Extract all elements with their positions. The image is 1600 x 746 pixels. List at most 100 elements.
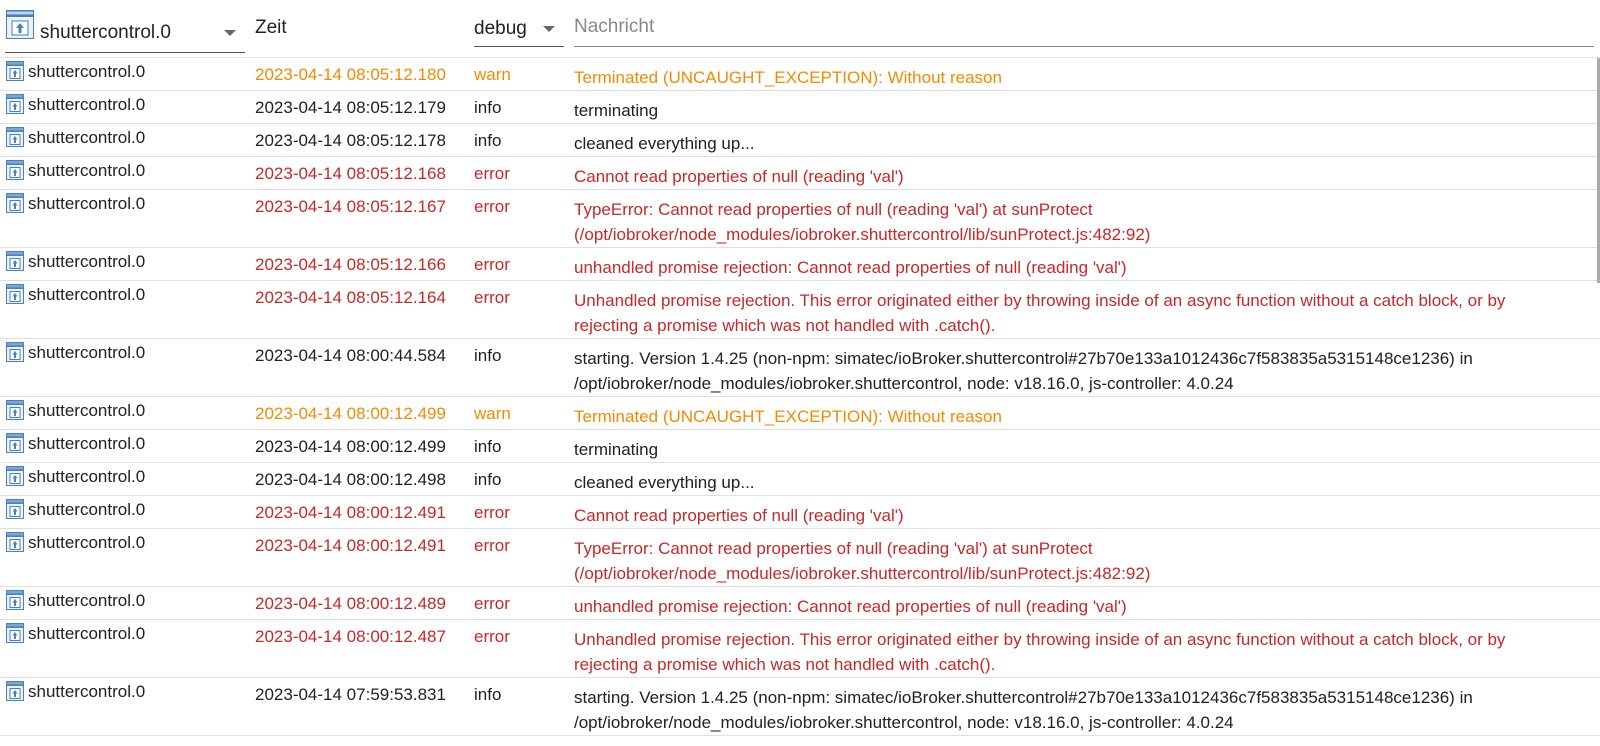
log-source-name: shuttercontrol.0 [28,500,146,519]
log-source-name: shuttercontrol.0 [28,467,146,486]
log-time: 2023-04-14 08:05:12.167 [255,197,446,216]
log-header: shuttercontrol.0 Zeit debug [0,0,1600,58]
log-time: 2023-04-14 08:05:12.168 [255,164,446,183]
log-level: warn [474,404,511,423]
log-level: error [474,627,510,646]
adapter-icon [6,466,24,491]
log-message: Cannot read properties of null (reading … [574,167,904,186]
log-time: 2023-04-14 08:05:12.164 [255,288,446,307]
log-time: 2023-04-14 07:59:53.831 [255,685,446,704]
log-source-name: shuttercontrol.0 [28,128,146,147]
adapter-icon [6,251,24,276]
log-level: info [474,98,502,117]
log-level: info [474,131,502,150]
adapter-icon [6,433,24,458]
log-time: 2023-04-14 08:05:12.180 [255,65,446,84]
log-source-name: shuttercontrol.0 [28,624,146,643]
log-time: 2023-04-14 08:00:12.499 [255,437,446,456]
log-row[interactable]: shuttercontrol.0 2023-04-14 08:00:12.489 e… [0,587,1600,620]
log-message: terminating [574,101,659,120]
adapter-icon [6,127,24,152]
log-source-name: shuttercontrol.0 [28,434,146,453]
log-source-name: shuttercontrol.0 [28,161,146,180]
adapter-filter-select[interactable]: shuttercontrol.0 [5,8,245,53]
log-time: 2023-04-14 08:05:12.178 [255,131,446,150]
log-row[interactable]: shuttercontrol.0 2023-04-14 08:05:12.166 e… [0,248,1600,281]
log-row[interactable]: shuttercontrol.0 2023-04-14 08:05:12.180 w… [0,58,1600,91]
log-message: Unhandled promise rejection. This error … [574,291,1506,335]
log-level: warn [474,65,511,84]
log-level: info [474,346,502,365]
log-row[interactable]: shuttercontrol.0 2023-04-14 07:59:53.831 i… [0,678,1600,736]
adapter-icon [6,342,24,367]
log-message: Terminated (UNCAUGHT_EXCEPTION): Without… [574,407,1002,426]
log-source-name: shuttercontrol.0 [28,252,146,271]
adapter-icon [6,284,24,309]
log-source-name: shuttercontrol.0 [28,343,146,362]
log-level: info [474,470,502,489]
adapter-icon [6,532,24,557]
log-row[interactable]: shuttercontrol.0 2023-04-14 08:00:12.498 i… [0,463,1600,496]
log-row[interactable]: shuttercontrol.0 2023-04-14 08:05:12.179 i… [0,91,1600,124]
level-filter-select[interactable]: debug [474,8,564,47]
log-source-name: shuttercontrol.0 [28,533,146,552]
adapter-icon [6,590,24,615]
log-level: info [474,437,502,456]
log-row[interactable]: shuttercontrol.0 2023-04-14 08:00:12.487 e… [0,620,1600,678]
log-source-name: shuttercontrol.0 [28,62,146,81]
message-filter-input[interactable] [574,8,1594,47]
adapter-icon [6,193,24,218]
log-message: unhandled promise rejection: Cannot read… [574,597,1127,616]
log-source-name: shuttercontrol.0 [28,285,146,304]
log-source-name: shuttercontrol.0 [28,401,146,420]
log-row[interactable]: shuttercontrol.0 2023-04-14 08:00:12.491 e… [0,496,1600,529]
log-message: cleaned everything up... [574,473,755,492]
adapter-icon [6,160,24,185]
adapter-icon [6,10,34,45]
adapter-icon [6,623,24,648]
log-source-name: shuttercontrol.0 [28,95,146,114]
log-message: TypeError: Cannot read properties of nul… [574,539,1151,583]
log-time: 2023-04-14 08:00:12.491 [255,536,446,555]
log-level: error [474,255,510,274]
log-time: 2023-04-14 08:00:12.499 [255,404,446,423]
level-filter-value: debug [474,18,527,39]
adapter-icon [6,94,24,119]
log-time: 2023-04-14 08:00:12.487 [255,627,446,646]
log-message: starting. Version 1.4.25 (non-npm: simat… [574,349,1473,393]
adapter-icon [6,61,24,86]
chevron-down-icon [543,26,555,32]
log-message: terminating [574,440,659,459]
log-level: error [474,503,510,522]
log-row[interactable]: shuttercontrol.0 2023-04-14 08:00:44.584 i… [0,339,1600,397]
log-row[interactable]: shuttercontrol.0 2023-04-14 08:00:12.499 w… [0,397,1600,430]
log-message: TypeError: Cannot read properties of nul… [574,200,1151,244]
log-time: 2023-04-14 08:05:12.166 [255,255,446,274]
log-row[interactable]: shuttercontrol.0 2023-04-14 08:05:12.167 e… [0,190,1600,248]
adapter-filter-value: shuttercontrol.0 [40,22,171,43]
log-message: Unhandled promise rejection. This error … [574,630,1506,674]
log-level: error [474,594,510,613]
time-column-header: Zeit [255,17,287,38]
adapter-icon [6,681,24,706]
log-row[interactable]: shuttercontrol.0 2023-04-14 08:00:12.499 i… [0,430,1600,463]
chevron-down-icon [224,30,236,36]
log-level: error [474,164,510,183]
log-source-name: shuttercontrol.0 [28,194,146,213]
log-row[interactable]: shuttercontrol.0 2023-04-14 08:05:12.164 e… [0,281,1600,339]
log-message: Cannot read properties of null (reading … [574,506,904,525]
log-message: unhandled promise rejection: Cannot read… [574,258,1127,277]
log-level: info [474,685,502,704]
log-row[interactable]: shuttercontrol.0 2023-04-14 08:00:12.491 e… [0,529,1600,587]
log-source-name: shuttercontrol.0 [28,591,146,610]
log-time: 2023-04-14 08:00:12.498 [255,470,446,489]
log-message: cleaned everything up... [574,134,755,153]
log-time: 2023-04-14 08:05:12.179 [255,98,446,117]
log-level: error [474,288,510,307]
log-row[interactable]: shuttercontrol.0 2023-04-14 08:05:12.168 e… [0,157,1600,190]
log-time: 2023-04-14 08:00:44.584 [255,346,446,365]
log-message: starting. Version 1.4.25 (non-npm: simat… [574,688,1473,732]
log-message: Terminated (UNCAUGHT_EXCEPTION): Without… [574,68,1002,87]
log-row[interactable]: shuttercontrol.0 2023-04-14 08:05:12.178 i… [0,124,1600,157]
log-level: error [474,536,510,555]
